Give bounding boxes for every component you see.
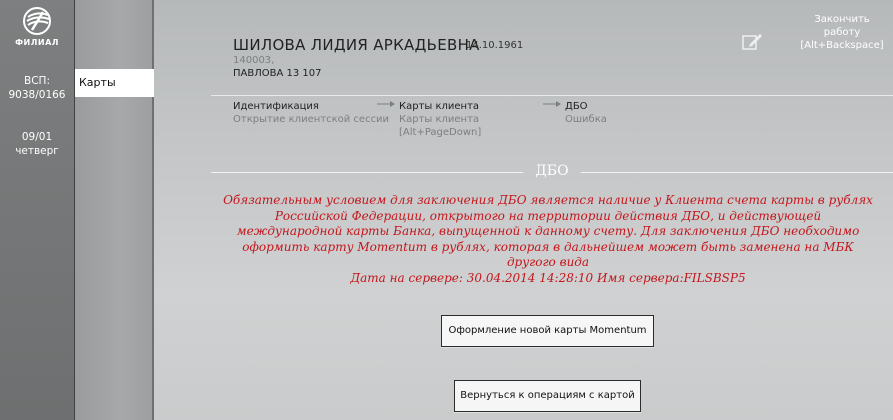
step-title: Идентификация <box>233 101 319 112</box>
arrow-right-icon <box>543 101 561 107</box>
back-to-card-operations-button[interactable]: Вернуться к операциям с картой <box>454 380 641 412</box>
new-momentum-card-button[interactable]: Оформление новой карты Momentum <box>441 315 654 347</box>
message-line: оформить карту Momentum в рублях, котора… <box>242 239 854 254</box>
step-title: Карты клиента <box>399 101 480 112</box>
client-dob: 14.10.1961 <box>466 40 524 51</box>
client-zip: 140003, <box>233 55 275 66</box>
vsp-label: ВСП: <box>24 75 50 87</box>
finish-label-1: Закончить <box>814 14 870 25</box>
date-info: 09/01 четверг <box>0 130 74 158</box>
arrow-right-icon <box>377 101 395 107</box>
section-title: ДБО <box>535 163 569 179</box>
header-divider <box>211 95 893 96</box>
message-line: другого вида <box>506 255 590 270</box>
nav-column <box>75 0 154 420</box>
server-info-line: Дата на сервере: 30.04.2014 14:28:10 Имя… <box>350 270 746 285</box>
error-message: Обязательным условием для заключения ДБО… <box>216 193 880 287</box>
bank-logo-icon <box>23 7 51 35</box>
finish-shortcut: [Alt+Backspace] <box>800 40 884 51</box>
step-subtitle: Открытие клиентской сессии <box>233 114 390 125</box>
step-subtitle: Карты клиента <box>399 114 480 125</box>
message-line: Обязательным условием для заключения ДБО… <box>223 193 873 207</box>
client-name: ШИЛОВА ЛИДИЯ АРКАДЬЕВНА <box>233 36 480 54</box>
weekday: четверг <box>15 145 59 157</box>
left-rail: ФИЛИАЛ ВСП: 9038/0166 09/01 четверг <box>0 0 75 420</box>
message-line: Российской Федерации, открытого на терри… <box>274 208 822 223</box>
step-identification[interactable]: Идентификация Открытие клиентской сессии <box>233 100 389 126</box>
vsp-value: 9038/0166 <box>8 89 66 101</box>
date-value: 09/01 <box>21 131 53 143</box>
vsp-info: ВСП: 9038/0166 <box>0 74 74 102</box>
finish-work-button[interactable]: Закончить работу [Alt+Backspace] <box>800 13 884 52</box>
step-shortcut: [Alt+PageDown] <box>399 127 482 138</box>
bank-logo: ФИЛИАЛ <box>0 6 74 54</box>
logo-text: ФИЛИАЛ <box>15 38 59 47</box>
step-client-cards[interactable]: Карты клиента Карты клиента [Alt+PageDow… <box>399 100 481 139</box>
section-divider-left <box>211 172 523 173</box>
step-title: ДБО <box>565 101 588 112</box>
edit-pencil-icon[interactable] <box>740 32 764 52</box>
client-address: ПАВЛОВА 13 107 <box>233 68 322 79</box>
message-line: международной карты Банка, выпущенной к … <box>236 224 860 239</box>
step-dbo[interactable]: ДБО Ошибка <box>565 100 607 126</box>
section-divider-right <box>581 172 893 173</box>
step-subtitle: Ошибка <box>565 114 607 125</box>
finish-label-2: работу <box>823 27 861 38</box>
